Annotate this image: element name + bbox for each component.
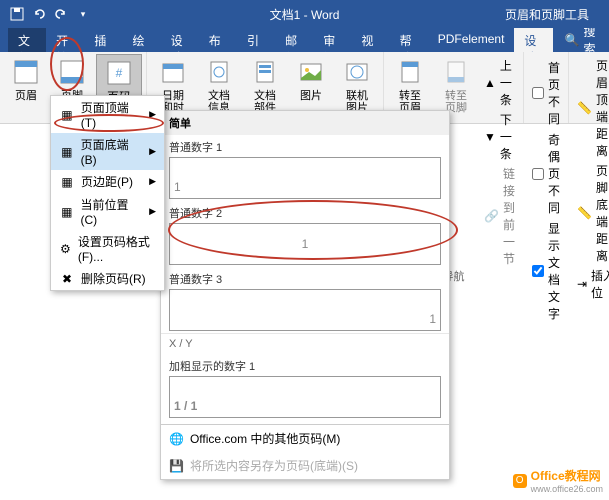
down-arrow-icon: ▼ [484,130,496,144]
link-icon: 🔗 [484,209,499,223]
tab-review[interactable]: 审阅 [313,28,351,52]
chevron-right-icon: ▶ [149,176,156,187]
header-distance-row: 📏页眉顶端距离: [573,56,609,160]
tab-mailings[interactable]: 邮件 [275,28,313,52]
gallery-preview: 1 [169,223,441,265]
save-icon[interactable] [8,5,26,23]
quick-parts-button[interactable]: 文档部件 [243,54,287,116]
tab-icon: ⇥ [577,277,587,291]
title-bar: ▾ 文档1 - Word 页眉和页脚工具 [0,0,609,28]
insert-align-tab-button[interactable]: ⇥插入对齐制表位 [573,266,609,302]
picture-button[interactable]: 图片 [289,54,333,104]
tab-insert[interactable]: 插入 [84,28,122,52]
chevron-right-icon: ▶ [149,109,156,120]
current-pos-icon: ▦ [59,204,74,220]
submenu-top-of-page[interactable]: ▦页面顶端(T)▶ [51,96,164,133]
tab-draw[interactable]: 绘图 [122,28,160,52]
ribbon-group-options: 首页不同 奇偶页不同 显示文档文字 [524,52,569,123]
link-previous-button[interactable]: 🔗链接到前一节 [480,164,519,268]
remove-icon: ✖ [59,271,75,287]
watermark-url: www.office26.com [531,484,603,494]
prev-section-button[interactable]: ▲上一条 [480,56,519,109]
group-label-position: 位置 [573,302,609,320]
watermark-brand: Office教程网 [531,467,603,484]
goto-footer-button[interactable]: 转至页脚 [434,54,478,116]
gallery-preview: 1 / 1 [169,376,441,418]
page-number-submenu: ▦页面顶端(T)▶ ▦页面底端(B)▶ ▦页边距(P)▶ ▦当前位置(C)▶ ⚙… [50,95,165,291]
chevron-right-icon: ▶ [149,146,156,157]
gallery-section-simple: 简单 [161,111,449,135]
save-icon: 💾 [169,459,184,473]
undo-icon[interactable] [30,5,48,23]
search-icon: 🔍 [565,33,580,47]
diff-first-checkbox[interactable]: 首页不同 [528,58,564,128]
gallery-more-office[interactable]: 🌐Office.com 中的其他页码(M) [161,425,449,452]
search-box[interactable]: 🔍 搜索 [553,28,609,52]
ribbon-group-position: 📏页眉顶端距离: 📏页脚底端距离: ⇥插入对齐制表位 位置 [569,52,609,123]
gallery-section-xy: X / Y [161,333,449,354]
footer-dist-icon: 📏 [577,206,592,220]
footer-distance-row: 📏页脚底端距离: [573,161,609,265]
gallery-item-plain-1[interactable]: 普通数字 1 1 [161,135,449,201]
tab-pdfelement[interactable]: PDFelement [428,28,515,52]
tab-view[interactable]: 视图 [351,28,389,52]
gallery-item-plain-2[interactable]: 普通数字 2 1 [161,201,449,267]
gallery-preview: 1 [169,289,441,331]
tab-references[interactable]: 引用 [237,28,275,52]
online-picture-button[interactable]: 联机图片 [335,54,379,116]
tab-hf-design[interactable]: 设计 [514,28,552,52]
submenu-remove-page-numbers[interactable]: ✖删除页码(R) [51,267,164,290]
gallery-preview: 1 [169,157,441,199]
submenu-page-margins[interactable]: ▦页边距(P)▶ [51,170,164,193]
watermark-logo-icon: O [513,474,527,488]
goto-header-button[interactable]: 转至页眉 [388,54,432,116]
show-doc-text-checkbox[interactable]: 显示文档文字 [528,219,564,323]
tab-home[interactable]: 开始 [46,28,84,52]
submenu-format-page-numbers[interactable]: ⚙设置页码格式(F)... [51,230,164,267]
page-bottom-icon: ▦ [59,144,75,160]
tab-help[interactable]: 帮助 [390,28,428,52]
header-dist-icon: 📏 [577,101,592,115]
submenu-bottom-of-page[interactable]: ▦页面底端(B)▶ [51,133,164,170]
watermark: O Office教程网 www.office26.com [513,467,603,494]
doc-info-button[interactable]: 文档信息 [197,54,241,116]
gallery-item-bold-1[interactable]: 加粗显示的数字 1 1 / 1 [161,354,449,420]
format-icon: ⚙ [59,241,72,257]
qat-dropdown-icon[interactable]: ▾ [74,5,92,23]
globe-icon: 🌐 [169,432,184,446]
tab-file[interactable]: 文件 [8,28,46,52]
submenu-current-position[interactable]: ▦当前位置(C)▶ [51,193,164,230]
page-margin-icon: ▦ [59,174,75,190]
gallery-item-plain-3[interactable]: 普通数字 3 1 [161,267,449,333]
up-arrow-icon: ▲ [484,76,496,90]
diff-odd-even-checkbox[interactable]: 奇偶页不同 [528,130,564,217]
redo-icon[interactable] [52,5,70,23]
next-section-button[interactable]: ▼下一条 [480,110,519,163]
ribbon-tabs: 文件 开始 插入 绘图 设计 布局 引用 邮件 审阅 视图 帮助 PDFelem… [0,28,609,52]
gallery-footer: 🌐Office.com 中的其他页码(M) 💾将所选内容另存为页码(底端)(S) [161,424,449,479]
tab-design[interactable]: 设计 [161,28,199,52]
quick-access-toolbar: ▾ [0,5,100,23]
chevron-right-icon: ▶ [149,206,156,217]
context-tab-title: 页眉和页脚工具 [505,6,589,23]
page-number-gallery: 简单 普通数字 1 1 普通数字 2 1 普通数字 3 1 X / Y 加粗显示… [160,110,450,480]
document-title: 文档1 - Word [270,6,340,23]
tab-layout[interactable]: 布局 [199,28,237,52]
page-top-icon: ▦ [59,107,75,123]
header-button[interactable]: 页眉 [4,54,48,104]
svg-text:#: # [116,66,123,80]
gallery-save-selection: 💾将所选内容另存为页码(底端)(S) [161,452,449,479]
